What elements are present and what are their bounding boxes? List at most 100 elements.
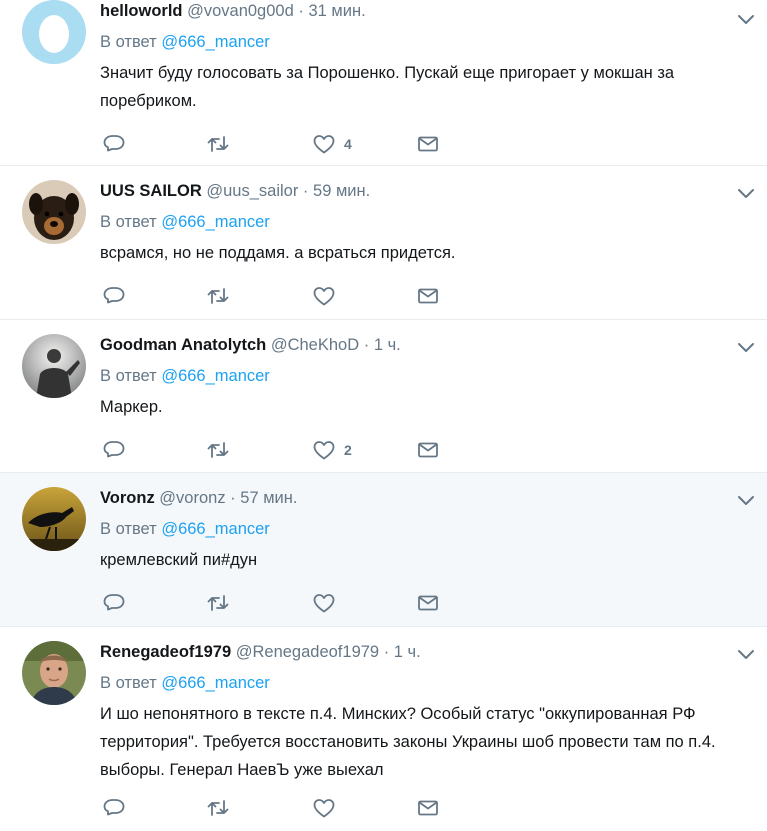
crow-avatar-icon <box>22 487 86 551</box>
like-count: 2 <box>344 442 352 458</box>
direct-message-button[interactable] <box>416 437 440 463</box>
tweet-text: Маркер. <box>100 398 163 416</box>
chevron-down-icon[interactable] <box>735 8 757 30</box>
mention-link[interactable]: @666_mancer <box>161 367 269 385</box>
fullname[interactable]: UUS SAILOR <box>100 182 202 200</box>
like-button[interactable] <box>312 283 344 309</box>
fullname[interactable]: Voronz <box>100 489 155 507</box>
tweet[interactable]: UUS SAILOR @uus_sailor · 59 мин. В ответ… <box>0 166 767 320</box>
reply-icon <box>103 287 125 304</box>
reply-button[interactable] <box>102 795 126 821</box>
heart-icon <box>313 135 335 154</box>
direct-message-button[interactable] <box>416 795 440 821</box>
like-count: 4 <box>344 136 352 152</box>
like-button[interactable]: 2 <box>312 437 352 463</box>
avatar[interactable] <box>22 0 86 64</box>
tweet-text: кремлевский пи#дун <box>100 551 258 569</box>
direct-message-icon <box>418 595 438 611</box>
reply-button[interactable] <box>102 590 126 616</box>
separator-dot: · <box>383 643 390 661</box>
reply-icon <box>103 441 125 458</box>
replying-to: В ответ @666_mancer <box>100 672 747 694</box>
timestamp[interactable]: 59 мин. <box>313 182 370 200</box>
replying-to-label: В ответ <box>100 213 157 231</box>
separator-dot: · <box>363 336 370 354</box>
retweet-icon <box>207 442 229 458</box>
tweet-actions <box>100 795 460 821</box>
tweet-actions <box>100 590 460 616</box>
direct-message-icon <box>418 442 438 458</box>
fullname[interactable]: Goodman Anatolytch <box>100 336 266 354</box>
tweet[interactable]: Renegadeof1979 @Renegadeof1979 · 1 ч. В … <box>0 627 767 831</box>
username[interactable]: @vovan0g00d <box>187 2 294 20</box>
replying-to: В ответ @666_mancer <box>100 31 747 53</box>
mention-link[interactable]: @666_mancer <box>161 213 269 231</box>
avatar[interactable] <box>22 641 86 705</box>
heart-icon <box>313 594 335 613</box>
tweet[interactable]: Goodman Anatolytch @CheKhoD · 1 ч. В отв… <box>0 320 767 473</box>
direct-message-icon <box>418 288 438 304</box>
username[interactable]: @CheKhoD <box>271 336 359 354</box>
replying-to: В ответ @666_mancer <box>100 518 747 540</box>
chevron-down-icon[interactable] <box>735 182 757 204</box>
retweet-icon <box>207 800 229 816</box>
egg-avatar-icon <box>22 0 86 64</box>
tweet-text: И шо непонятного в тексте п.4. Минских? … <box>100 705 716 779</box>
direct-message-icon <box>418 136 438 152</box>
replying-to-label: В ответ <box>100 367 157 385</box>
fullname[interactable]: helloworld <box>100 2 183 20</box>
direct-message-button[interactable] <box>416 131 440 157</box>
timestamp[interactable]: 1 ч. <box>374 336 401 354</box>
retweet-button[interactable] <box>206 795 230 821</box>
username[interactable]: @uus_sailor <box>206 182 298 200</box>
like-button[interactable] <box>312 795 344 821</box>
retweet-icon <box>207 136 229 152</box>
heart-icon <box>313 441 335 460</box>
tweet-actions: 4 <box>100 131 460 157</box>
tweet-header: UUS SAILOR @uus_sailor · 59 мин. <box>100 180 747 202</box>
replying-to-label: В ответ <box>100 33 157 51</box>
avatar[interactable] <box>22 180 86 244</box>
timestamp[interactable]: 57 мин. <box>240 489 297 507</box>
reply-button[interactable] <box>102 283 126 309</box>
chevron-down-icon[interactable] <box>735 336 757 358</box>
tweet[interactable]: helloworld @vovan0g00d · 31 мин. В ответ… <box>0 0 767 166</box>
tweet-header: Goodman Anatolytch @CheKhoD · 1 ч. <box>100 334 747 356</box>
replying-to-label: В ответ <box>100 674 157 692</box>
direct-message-button[interactable] <box>416 283 440 309</box>
fullname[interactable]: Renegadeof1979 <box>100 643 231 661</box>
replying-to: В ответ @666_mancer <box>100 211 747 233</box>
avatar[interactable] <box>22 334 86 398</box>
retweet-button[interactable] <box>206 131 230 157</box>
username[interactable]: @voronz <box>159 489 225 507</box>
reply-button[interactable] <box>102 131 126 157</box>
tweet-actions: 2 <box>100 437 460 463</box>
timestamp[interactable]: 1 ч. <box>394 643 421 661</box>
tweet-text: всрамся, но не поддамя. а всраться приде… <box>100 244 456 262</box>
retweet-button[interactable] <box>206 283 230 309</box>
mention-link[interactable]: @666_mancer <box>161 674 269 692</box>
avatar[interactable] <box>22 487 86 551</box>
replying-to-label: В ответ <box>100 520 157 538</box>
direct-message-button[interactable] <box>416 590 440 616</box>
timestamp[interactable]: 31 мин. <box>308 2 365 20</box>
tweet-text: Значит буду голосовать за Порошенко. Пус… <box>100 64 675 110</box>
reply-icon <box>103 594 125 611</box>
like-button[interactable]: 4 <box>312 131 352 157</box>
username[interactable]: @Renegadeof1979 <box>236 643 379 661</box>
reply-icon <box>103 135 125 152</box>
chevron-down-icon[interactable] <box>735 643 757 665</box>
tweet-header: helloworld @vovan0g00d · 31 мин. <box>100 0 747 22</box>
heart-icon <box>313 799 335 818</box>
retweet-button[interactable] <box>206 437 230 463</box>
reply-button[interactable] <box>102 437 126 463</box>
like-button[interactable] <box>312 590 344 616</box>
tweet[interactable]: Voronz @voronz · 57 мин. В ответ @666_ma… <box>0 473 767 627</box>
heart-icon <box>313 287 335 306</box>
retweet-icon <box>207 595 229 611</box>
retweet-button[interactable] <box>206 590 230 616</box>
reply-icon <box>103 799 125 816</box>
chevron-down-icon[interactable] <box>735 489 757 511</box>
mention-link[interactable]: @666_mancer <box>161 33 269 51</box>
mention-link[interactable]: @666_mancer <box>161 520 269 538</box>
